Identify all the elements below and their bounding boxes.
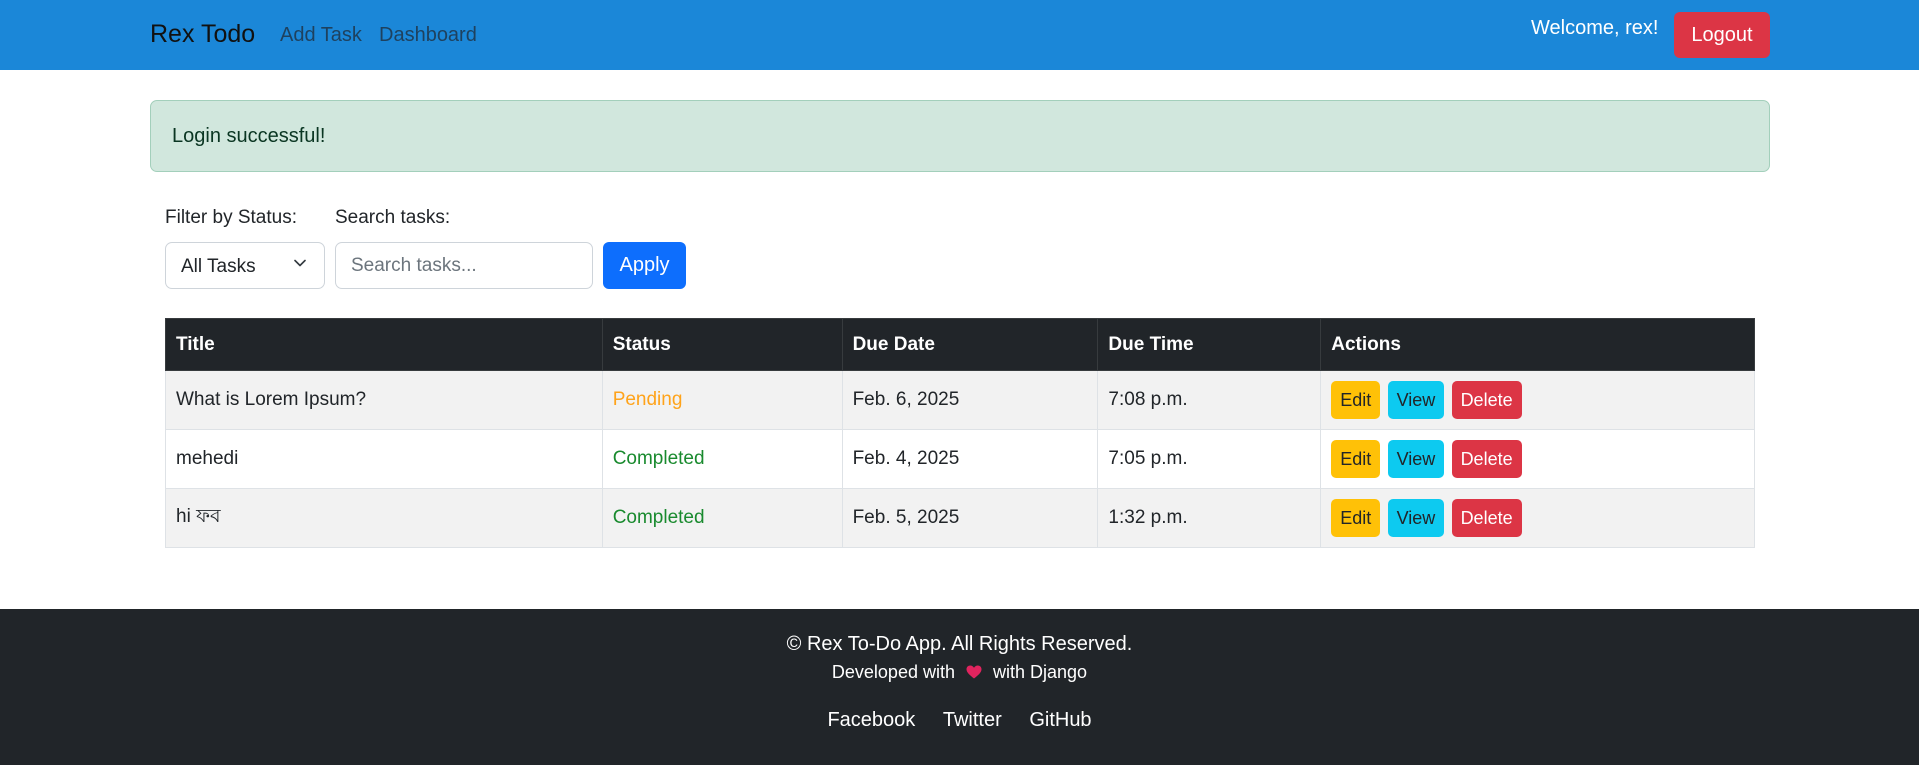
footer-link-facebook[interactable]: Facebook <box>827 709 915 731</box>
header-due-time: Due Time <box>1097 318 1322 371</box>
task-status: Completed <box>601 488 843 548</box>
task-due-date: Feb. 4, 2025 <box>841 429 1099 489</box>
nav-add-task-link[interactable]: Add Task <box>280 24 362 47</box>
heart-icon <box>966 662 982 683</box>
header-actions: Actions <box>1320 318 1755 371</box>
edit-button[interactable]: Edit <box>1331 499 1381 537</box>
status-select-value: All Tasks <box>181 256 256 277</box>
dev-prefix: Developed with <box>831 662 955 682</box>
table-row: hi ফব Completed Feb. 5, 2025 1:32 p.m. E… <box>165 488 1755 548</box>
header-title: Title <box>165 318 603 371</box>
view-button[interactable]: View <box>1387 440 1445 478</box>
brand-link[interactable]: Rex Todo <box>150 20 255 49</box>
task-due-time: 7:05 p.m. <box>1097 429 1322 489</box>
status-filter-label: Filter by Status: <box>165 207 297 228</box>
footer: © Rex To-Do App. All Rights Reserved. De… <box>0 609 1919 765</box>
chevron-down-icon <box>294 259 306 267</box>
nav-dashboard-link[interactable]: Dashboard <box>379 24 477 47</box>
apply-button[interactable]: Apply <box>603 242 686 289</box>
edit-button[interactable]: Edit <box>1331 381 1381 419</box>
task-status: Completed <box>601 429 843 489</box>
task-actions: Edit View Delete <box>1320 429 1755 489</box>
task-due-date: Feb. 6, 2025 <box>841 370 1099 430</box>
navbar: Rex Todo Add Task Dashboard Welcome, rex… <box>0 0 1919 70</box>
footer-copyright: © Rex To-Do App. All Rights Reserved. <box>786 633 1133 655</box>
task-due-date: Feb. 5, 2025 <box>841 488 1099 548</box>
view-button[interactable]: View <box>1387 381 1445 419</box>
header-status: Status <box>601 318 843 371</box>
footer-developed-with: Developed with with Django <box>0 662 1919 683</box>
task-title: What is Lorem Ipsum? <box>165 370 603 430</box>
footer-link-twitter[interactable]: Twitter <box>943 709 1002 731</box>
table-row: What is Lorem Ipsum? Pending Feb. 6, 202… <box>165 370 1755 430</box>
search-label: Search tasks: <box>335 207 451 228</box>
delete-button[interactable]: Delete <box>1451 381 1522 419</box>
task-status: Pending <box>601 370 843 430</box>
header-due-date: Due Date <box>841 318 1099 371</box>
search-input[interactable] <box>335 242 593 289</box>
status-select[interactable]: All Tasks <box>165 242 325 289</box>
task-title: mehedi <box>165 429 603 489</box>
logout-button[interactable]: Logout <box>1674 12 1770 58</box>
delete-button[interactable]: Delete <box>1451 499 1522 537</box>
table-row: mehedi Completed Feb. 4, 2025 7:05 p.m. … <box>165 429 1755 489</box>
task-actions: Edit View Delete <box>1320 488 1755 548</box>
edit-button[interactable]: Edit <box>1331 440 1381 478</box>
table-header-row: Title Status Due Date Due Time Actions <box>165 318 1755 371</box>
footer-social-links: Facebook Twitter GitHub <box>0 709 1919 732</box>
footer-link-github[interactable]: GitHub <box>1029 709 1091 731</box>
dev-suffix: with Django <box>993 662 1088 682</box>
welcome-text: Welcome, rex! <box>1531 17 1659 39</box>
task-due-time: 1:32 p.m. <box>1097 488 1322 548</box>
alert-message: Login successful! <box>172 125 326 147</box>
task-table: Title Status Due Date Due Time Actions W… <box>165 318 1755 548</box>
task-title: hi ফব <box>165 488 603 548</box>
task-due-time: 7:08 p.m. <box>1097 370 1322 430</box>
view-button[interactable]: View <box>1387 499 1445 537</box>
delete-button[interactable]: Delete <box>1451 440 1522 478</box>
success-alert: Login successful! <box>150 100 1770 172</box>
task-actions: Edit View Delete <box>1320 370 1755 430</box>
